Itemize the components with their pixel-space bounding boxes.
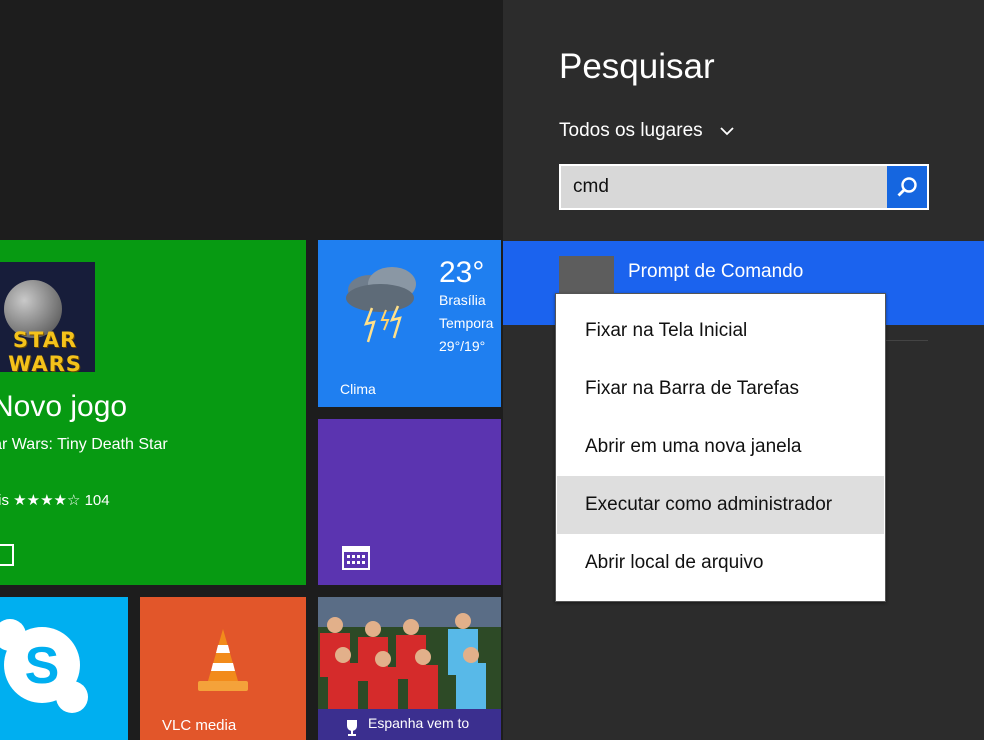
team-photo [318, 597, 501, 709]
vlc-cone-icon [198, 629, 248, 691]
search-scope-label: Todos os lugares [559, 120, 703, 141]
search-result-label: Prompt de Comando [628, 261, 804, 282]
result-divider [883, 340, 928, 341]
weather-condition: Tempora [439, 315, 494, 331]
calendar-icon [342, 546, 370, 570]
command-prompt-icon [559, 256, 614, 298]
menu-item-pin-start[interactable]: Fixar na Tela Inicial [557, 302, 884, 360]
weather-tile[interactable]: 23° Brasília Tempora 29°/19° Clima [318, 240, 501, 407]
search-title: Pesquisar [559, 47, 715, 86]
star-wars-app-thumbnail: STAR WARS [0, 262, 95, 376]
start-screen: STAR WARS Novo jogo Star Wars: Tiny Deat… [0, 0, 503, 740]
store-tile-title: Novo jogo [0, 390, 128, 423]
weather-tile-label: Clima [340, 381, 376, 397]
sports-tile-label: Espanha vem to [368, 715, 470, 731]
search-button[interactable] [887, 166, 927, 208]
search-scope-dropdown[interactable]: Todos os lugares [559, 120, 736, 142]
search-box [559, 164, 929, 210]
menu-item-open-file-location[interactable]: Abrir local de arquivo [557, 534, 884, 592]
svg-text:S: S [25, 637, 60, 695]
trophy-icon [347, 720, 357, 736]
chevron-down-icon [720, 127, 734, 136]
search-icon [897, 177, 917, 197]
store-tile-rating: Grátis ★★★★☆ 104 [0, 492, 110, 509]
search-input[interactable] [561, 166, 887, 208]
skype-tile[interactable]: S [0, 597, 128, 740]
context-menu: Fixar na Tela Inicial Fixar na Barra de … [555, 293, 886, 602]
menu-item-run-as-admin[interactable]: Executar como administrador [557, 476, 884, 534]
weather-range: 29°/19° [439, 338, 486, 354]
sports-tile[interactable]: Espanha vem to [318, 597, 501, 740]
store-tile[interactable]: STAR WARS Novo jogo Star Wars: Tiny Deat… [0, 240, 306, 585]
vlc-tile[interactable]: VLC media [140, 597, 306, 740]
calendar-tile[interactable] [318, 419, 501, 585]
weather-temperature: 23° [439, 256, 485, 289]
vlc-tile-label: VLC media [162, 717, 237, 734]
weather-city: Brasília [439, 292, 486, 308]
store-tile-subtitle: Star Wars: Tiny Death Star [0, 436, 168, 453]
menu-item-open-new-window[interactable]: Abrir em uma nova janela [557, 418, 884, 476]
star-wars-logo: STAR WARS [8, 328, 82, 376]
menu-item-pin-taskbar[interactable]: Fixar na Barra de Tarefas [557, 360, 884, 418]
store-bag-icon [0, 544, 14, 566]
thunderstorm-icon [346, 267, 416, 343]
skype-icon: S [0, 619, 88, 713]
